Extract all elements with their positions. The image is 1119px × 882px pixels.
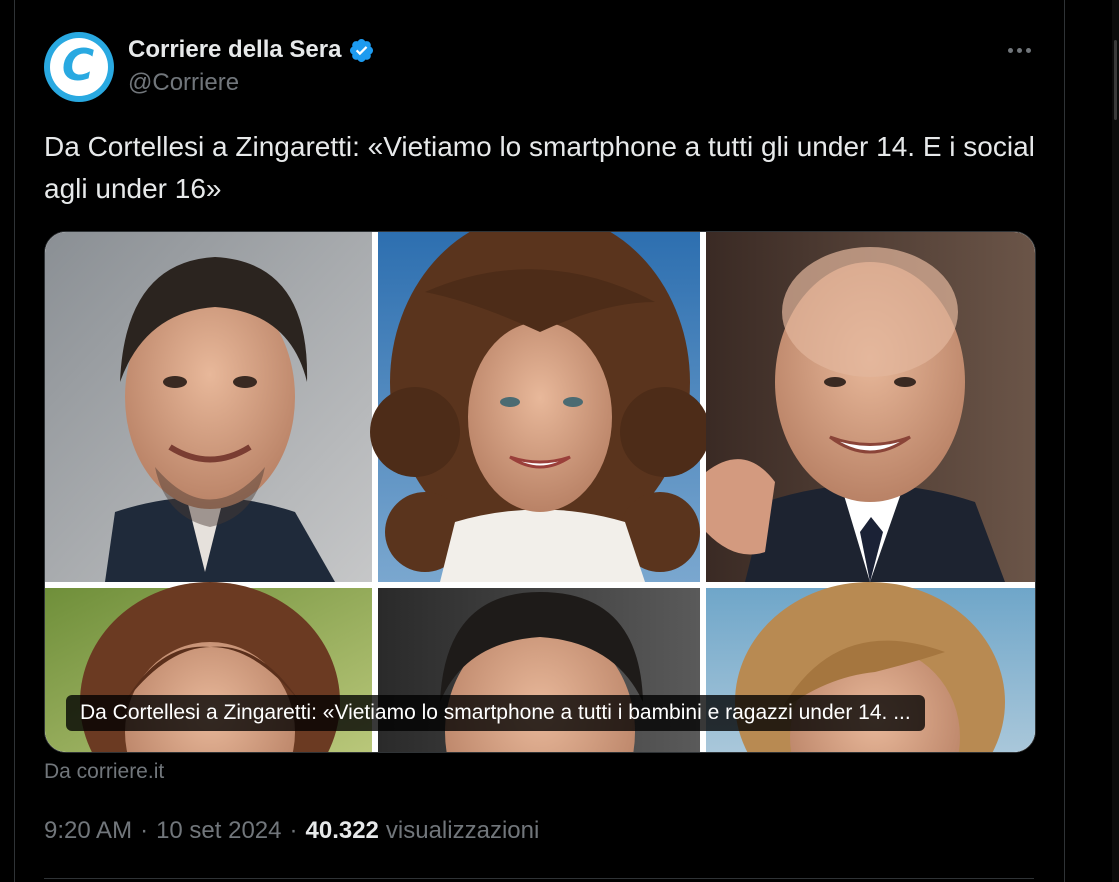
author-display-name[interactable]: Corriere della Sera [128,36,341,64]
more-options-icon [1007,47,1013,53]
tweet-time[interactable]: 9:20 AM [44,817,132,845]
card-source-link[interactable]: Da corriere.it [44,760,164,784]
tweet-bottom-divider [44,878,1034,879]
views-label: visualizzazioni [385,817,540,844]
meta-separator: · [289,817,298,844]
card-caption: Da Cortellesi a Zingaretti: «Vietiamo lo… [66,695,925,731]
author-handle[interactable]: @Corriere [128,69,239,97]
author-avatar[interactable]: C [44,32,114,102]
verified-badge-icon[interactable] [348,37,375,64]
link-card[interactable]: Da Cortellesi a Zingaretti: «Vietiamo lo… [44,231,1036,753]
photo-3 [706,232,1035,582]
meta-separator: · [140,817,149,844]
photo-1 [45,232,372,582]
tweet-text: Da Cortellesi a Zingaretti: «Vietiamo lo… [44,131,1035,204]
tweet-date[interactable]: 10 set 2024 [156,817,281,845]
tweet-detail-view: C Corriere della Sera @Corriere Da Corte… [0,0,1119,882]
views-count[interactable]: 40.322 [306,817,379,845]
more-options-button[interactable] [1000,34,1038,66]
column-divider-left [14,0,15,882]
scrollbar[interactable] [1112,0,1119,882]
photo-2 [370,232,710,582]
corriere-logo-icon: C [50,38,108,96]
column-divider-right [1064,0,1065,882]
tweet-meta: 9:20 AM · 10 set 2024 · 40.322 visualizz… [44,817,539,845]
card-image-collage [45,232,1035,752]
author-name-row: Corriere della Sera [128,34,375,66]
